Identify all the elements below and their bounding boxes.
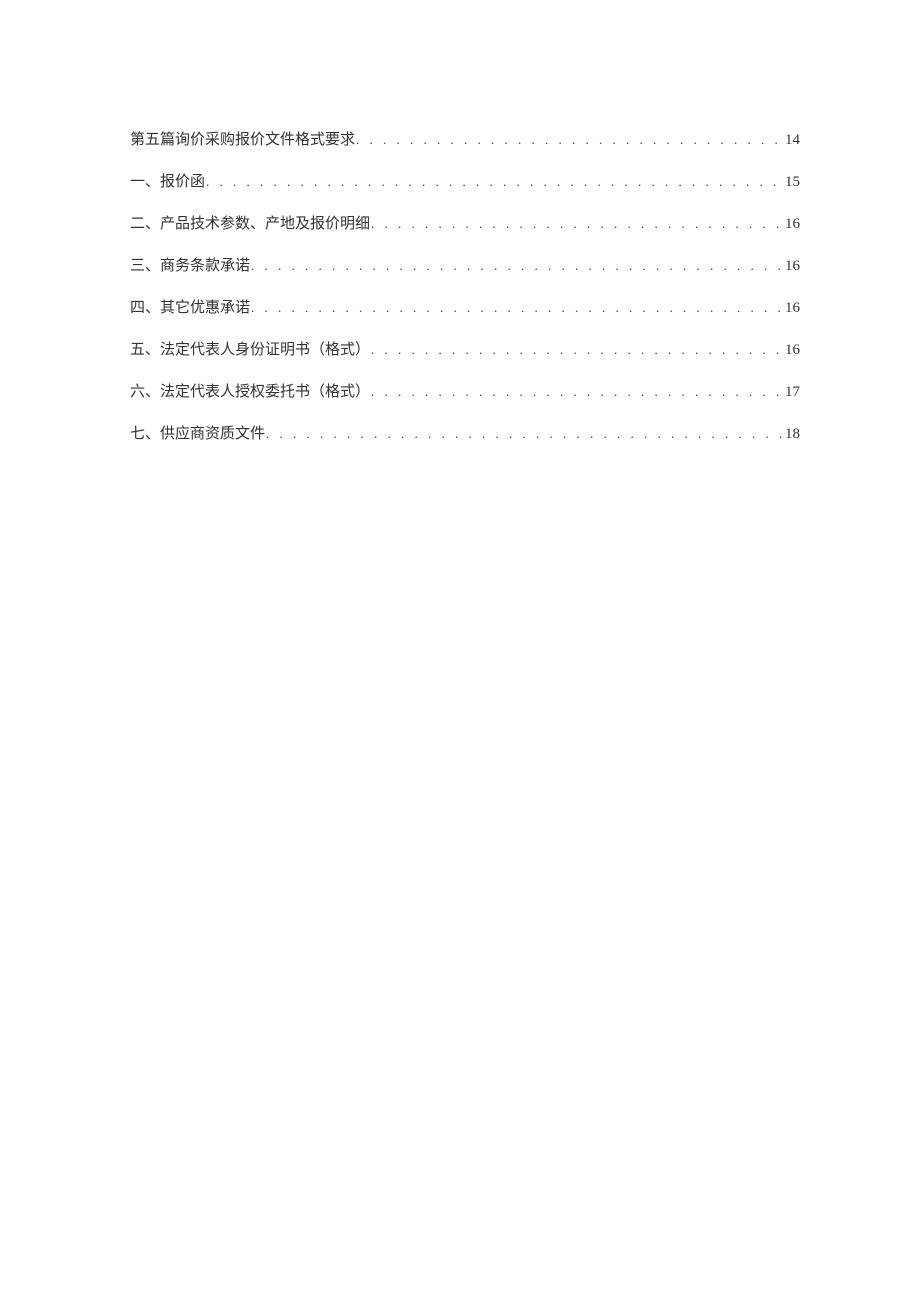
toc-entry: 五、法定代表人身份证明书（格式） . . . . . . . . . . . .… <box>130 340 800 361</box>
toc-entry-page: 16 <box>785 214 800 235</box>
toc-entry: 三、商务条款承诺 . . . . . . . . . . . . . . . .… <box>130 256 800 277</box>
toc-entry: 第五篇询价采购报价文件格式要求 . . . . . . . . . . . . … <box>130 130 800 151</box>
toc-dots-leader: . . . . . . . . . . . . . . . . . . . . … <box>265 425 785 443</box>
toc-entry: 一、报价函 . . . . . . . . . . . . . . . . . … <box>130 172 800 193</box>
toc-dots-leader: . . . . . . . . . . . . . . . . . . . . … <box>355 131 785 149</box>
toc-entry-title: 七、供应商资质文件 <box>130 424 265 445</box>
toc-entry-title: 三、商务条款承诺 <box>130 256 250 277</box>
toc-entry-title: 六、法定代表人授权委托书（格式） <box>130 382 370 403</box>
toc-entry-page: 14 <box>785 130 800 151</box>
toc-dots-leader: . . . . . . . . . . . . . . . . . . . . … <box>250 299 785 317</box>
toc-entry-title: 二、产品技术参数、产地及报价明细 <box>130 214 370 235</box>
table-of-contents: 第五篇询价采购报价文件格式要求 . . . . . . . . . . . . … <box>130 130 800 445</box>
toc-entry-title: 五、法定代表人身份证明书（格式） <box>130 340 370 361</box>
toc-dots-leader: . . . . . . . . . . . . . . . . . . . . … <box>370 215 785 233</box>
toc-entry-page: 18 <box>785 424 800 445</box>
toc-dots-leader: . . . . . . . . . . . . . . . . . . . . … <box>370 383 785 401</box>
toc-entry-page: 16 <box>785 256 800 277</box>
toc-entry-page: 17 <box>785 382 800 403</box>
toc-entry-title: 第五篇询价采购报价文件格式要求 <box>130 130 355 151</box>
toc-entry-page: 15 <box>785 172 800 193</box>
toc-entry-title: 一、报价函 <box>130 172 205 193</box>
toc-entry-page: 16 <box>785 340 800 361</box>
toc-dots-leader: . . . . . . . . . . . . . . . . . . . . … <box>370 341 785 359</box>
toc-dots-leader: . . . . . . . . . . . . . . . . . . . . … <box>205 173 785 191</box>
toc-dots-leader: . . . . . . . . . . . . . . . . . . . . … <box>250 257 785 275</box>
toc-entry: 七、供应商资质文件 . . . . . . . . . . . . . . . … <box>130 424 800 445</box>
toc-entry: 四、其它优惠承诺 . . . . . . . . . . . . . . . .… <box>130 298 800 319</box>
toc-entry-page: 16 <box>785 298 800 319</box>
toc-entry-title: 四、其它优惠承诺 <box>130 298 250 319</box>
toc-entry: 六、法定代表人授权委托书（格式） . . . . . . . . . . . .… <box>130 382 800 403</box>
toc-entry: 二、产品技术参数、产地及报价明细 . . . . . . . . . . . .… <box>130 214 800 235</box>
